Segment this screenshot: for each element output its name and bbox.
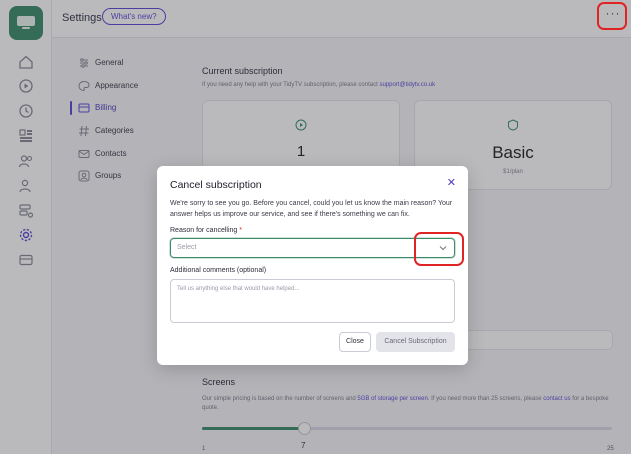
required-mark: * bbox=[239, 227, 243, 234]
comments-placeholder: Tell us anything else that would have he… bbox=[177, 286, 300, 292]
reason-label-text: Reason for cancelling bbox=[170, 227, 238, 234]
reason-label: Reason for cancelling * bbox=[170, 227, 242, 234]
comments-label: Additional comments (optional) bbox=[170, 267, 267, 274]
reason-select-placeholder: Select bbox=[177, 244, 197, 251]
annotation-highlight-more bbox=[597, 2, 627, 30]
modal-title: Cancel subscription bbox=[170, 179, 262, 191]
close-button[interactable]: Close bbox=[339, 332, 371, 352]
reason-select[interactable]: Select bbox=[170, 238, 455, 258]
close-icon[interactable]: ✕ bbox=[447, 178, 456, 189]
comments-textarea[interactable]: Tell us anything else that would have he… bbox=[170, 279, 455, 323]
annotation-highlight-select bbox=[414, 232, 464, 266]
cancel-subscription-button[interactable]: Cancel Subscription bbox=[376, 332, 455, 352]
modal-description: We're sorry to see you go. Before you ca… bbox=[170, 200, 453, 218]
